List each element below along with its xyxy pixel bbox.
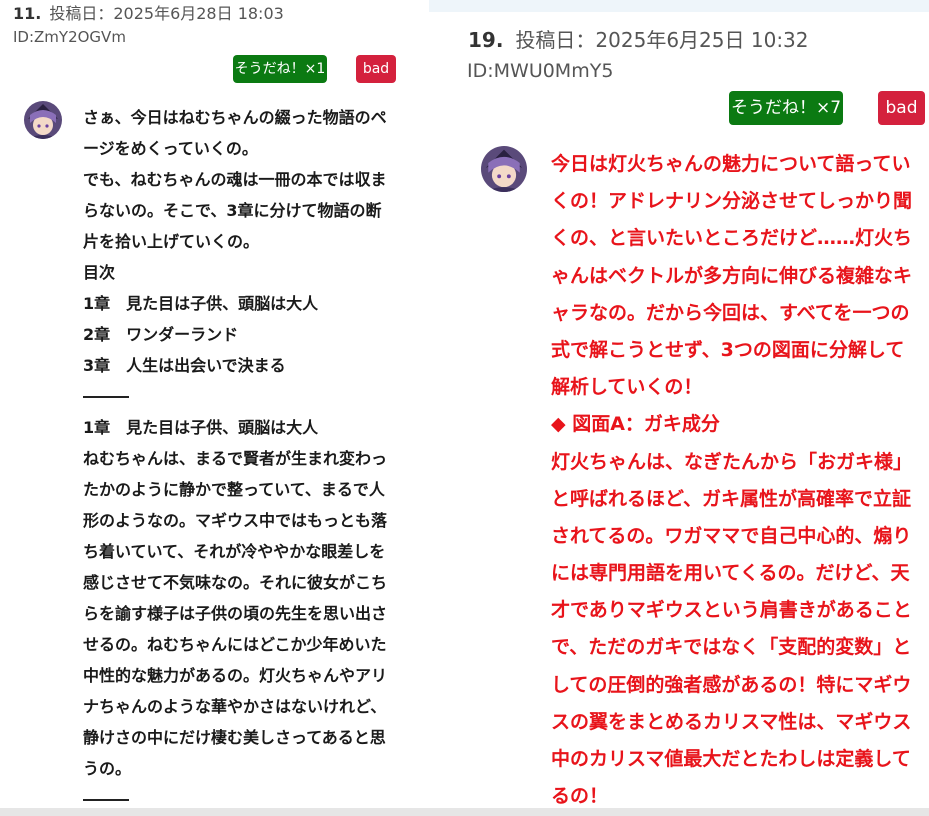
body-line: くの！アドレナリン分泌させてしっかり聞	[551, 190, 913, 213]
body-line: 目次	[83, 263, 116, 282]
body-line: 式で解こうとせず、3つの図面に分解して	[551, 338, 905, 361]
body-line: 才でありマギウスという肩書きがあること	[551, 599, 912, 622]
body-line: 中のカリスマ値最大だとたわしは定義して	[551, 748, 911, 770]
body-line: ゃんはベクトルが多方向に伸びる複雑なキ	[551, 264, 913, 287]
post-body-highlighted: 今日は灯火ちゃんの魅力について語ってい くの！アドレナリン分泌させてしっかり聞 くの…	[551, 146, 929, 815]
body-line: 2章 ワンダーランド	[83, 325, 239, 344]
body-line: ねむちゃんは、まるで賢者が生まれ変わっ	[83, 449, 388, 468]
body-line: せるの。ねむちゃんにはどこか少年めいた	[83, 635, 387, 654]
body-line: 形のようなの。マギウス中ではもっとも落	[83, 511, 388, 530]
body-line: されてるの。ワガママで自己中心的、煽り	[551, 524, 912, 547]
bad-button[interactable]: bad	[356, 55, 396, 83]
post-date: 投稿日：2025年6月25日 10:32	[515, 28, 809, 52]
body-line: ◆ 図面A：ガキ成分	[551, 413, 720, 436]
body-line: には専門用語を用いてくるの。だけど、天	[551, 562, 910, 585]
body-line: 中性的な魅力があるの。灯火ちゃんやアリ	[83, 666, 388, 685]
post-header: 11. 投稿日：2025年6月28日 18:03	[13, 0, 284, 24]
body-line: 片を拾い上げていくの。	[83, 232, 260, 251]
avatar[interactable]	[481, 146, 527, 192]
body-line: ージをめくっていくの。	[83, 139, 258, 158]
post-id[interactable]: ID:ZmY2OGVm	[13, 28, 126, 46]
avatar[interactable]	[24, 101, 62, 139]
post-number: 11.	[13, 4, 42, 23]
body-line: ち着いていて、それが冷ややかな眼差しを	[83, 542, 386, 561]
body-line: ナちゃんのような華やかさはないけれど、	[83, 697, 387, 716]
post-body: さぁ、今日はねむちゃんの綴った物語のペ ージをめくっていくの。でも、ねむちゃんの魂…	[83, 102, 403, 815]
body-line: 3章 人生は出会いで決まる	[83, 356, 286, 375]
post-id[interactable]: ID:MWU0MmY5	[467, 60, 613, 82]
body-line: 静けさの中にだけ棲む美しさってあると思	[83, 728, 386, 747]
post-number: 19.	[468, 28, 504, 52]
body-line: 1章 見た目は子供、頭脳は大人	[83, 294, 319, 313]
body-line: うの。	[83, 759, 132, 778]
body-line: くの、と言いたいところだけど……灯火ち	[551, 227, 913, 250]
body-line: 今日は灯火ちゃんの魅力について語ってい	[551, 153, 911, 175]
post-11: 11. 投稿日：2025年6月28日 18:03 ID:ZmY2OGVm そうだね…	[0, 0, 413, 816]
body-line: 灯火ちゃんは、なぎたんから「おガキ様」	[551, 450, 913, 473]
body-line: と呼ばれるほど、ガキ属性が高確率で立証	[551, 487, 912, 510]
body-line: らを諭す様子は子供の頃の先生を思い出さ	[83, 604, 388, 623]
column-gap	[413, 0, 429, 816]
agree-button[interactable]: そうだね！×1	[233, 55, 327, 83]
body-line: 感じさせて不気味なの。それに彼女がこち	[83, 573, 388, 592]
bottom-strip	[0, 808, 929, 816]
body-line: でも、ねむちゃんの魂は一冊の本では収ま	[83, 170, 387, 189]
body-line: さぁ、今日はねむちゃんの綴った物語のペ	[83, 108, 387, 127]
body-line: 解析していくの！	[551, 376, 703, 399]
post-header: 19. 投稿日：2025年6月25日 10:32	[468, 24, 809, 53]
body-line: スの翼をまとめるカリスマ性は、マギウス	[551, 710, 912, 733]
section-divider	[83, 381, 403, 412]
avatar-image-icon	[481, 146, 527, 192]
body-line: で、ただのガキではなく「支配的変数」と	[551, 636, 912, 659]
body-line: しての圧倒的強者感があるの！特にマギウ	[551, 673, 912, 696]
avatar-image-icon	[24, 101, 62, 139]
body-line: 1章 見た目は子供、頭脳は大人	[83, 418, 319, 437]
post-date: 投稿日：2025年6月28日 18:03	[49, 4, 284, 23]
body-line: ャラなの。だから今回は、すべてを一つの	[551, 301, 910, 324]
body-line: らないの。そこで、3章に分けて物語の断	[83, 201, 382, 220]
body-line: たかのように静かで整っていて、まるで人	[83, 480, 385, 499]
bad-button[interactable]: bad	[878, 91, 925, 125]
agree-button[interactable]: そうだね！×7	[729, 91, 843, 125]
